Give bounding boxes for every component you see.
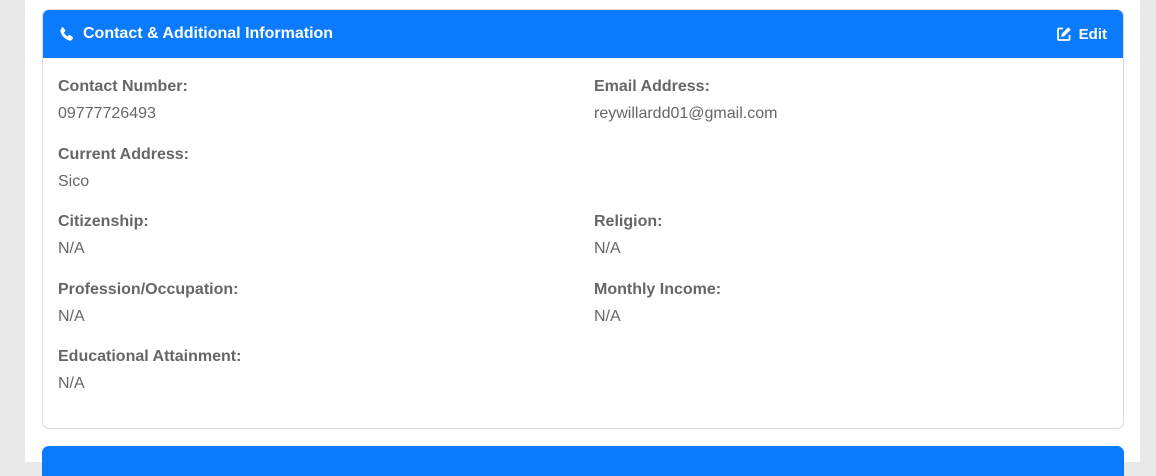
edit-button-label: Edit [1078, 25, 1107, 43]
profession-label: Profession/Occupation: [58, 281, 239, 298]
citizenship-value: N/A [58, 240, 85, 257]
contact-number-value: 09777726493 [58, 105, 156, 122]
citizenship-label: Citizenship: [58, 213, 149, 230]
current-address-label: Current Address: [58, 146, 189, 163]
education-label: Educational Attainment: [58, 348, 242, 365]
edit-icon [1056, 26, 1073, 43]
email-address-field: Email Address: reywillardd01@gmail.com [594, 77, 1074, 124]
edit-button[interactable]: Edit [1056, 26, 1107, 43]
religion-field: Religion: N/A [594, 212, 1074, 259]
next-card-header [42, 446, 1124, 476]
religion-label: Religion: [594, 213, 663, 230]
contact-info-card: Contact & Additional Information Edit Co… [42, 9, 1124, 429]
email-address-label: Email Address: [594, 78, 710, 95]
profession-field: Profession/Occupation: N/A [58, 280, 538, 327]
card-title-group: Contact & Additional Information [58, 25, 333, 43]
current-address-field: Current Address: Sico [58, 145, 538, 192]
phone-icon [58, 26, 75, 43]
education-value: N/A [58, 375, 85, 392]
monthly-income-label: Monthly Income: [594, 281, 722, 298]
email-address-value: reywillardd01@gmail.com [594, 105, 778, 122]
contact-number-field: Contact Number: 09777726493 [58, 77, 538, 124]
card-header: Contact & Additional Information Edit [43, 10, 1123, 58]
card-title: Contact & Additional Information [83, 25, 334, 42]
profession-value: N/A [58, 308, 85, 325]
education-field: Educational Attainment: N/A [58, 347, 538, 394]
monthly-income-field: Monthly Income: N/A [594, 280, 1074, 327]
page-container: Contact & Additional Information Edit Co… [25, 0, 1140, 476]
religion-value: N/A [594, 240, 621, 257]
contact-number-label: Contact Number: [58, 78, 188, 95]
monthly-income-value: N/A [594, 308, 621, 325]
citizenship-field: Citizenship: N/A [58, 212, 538, 259]
current-address-value: Sico [58, 173, 90, 190]
